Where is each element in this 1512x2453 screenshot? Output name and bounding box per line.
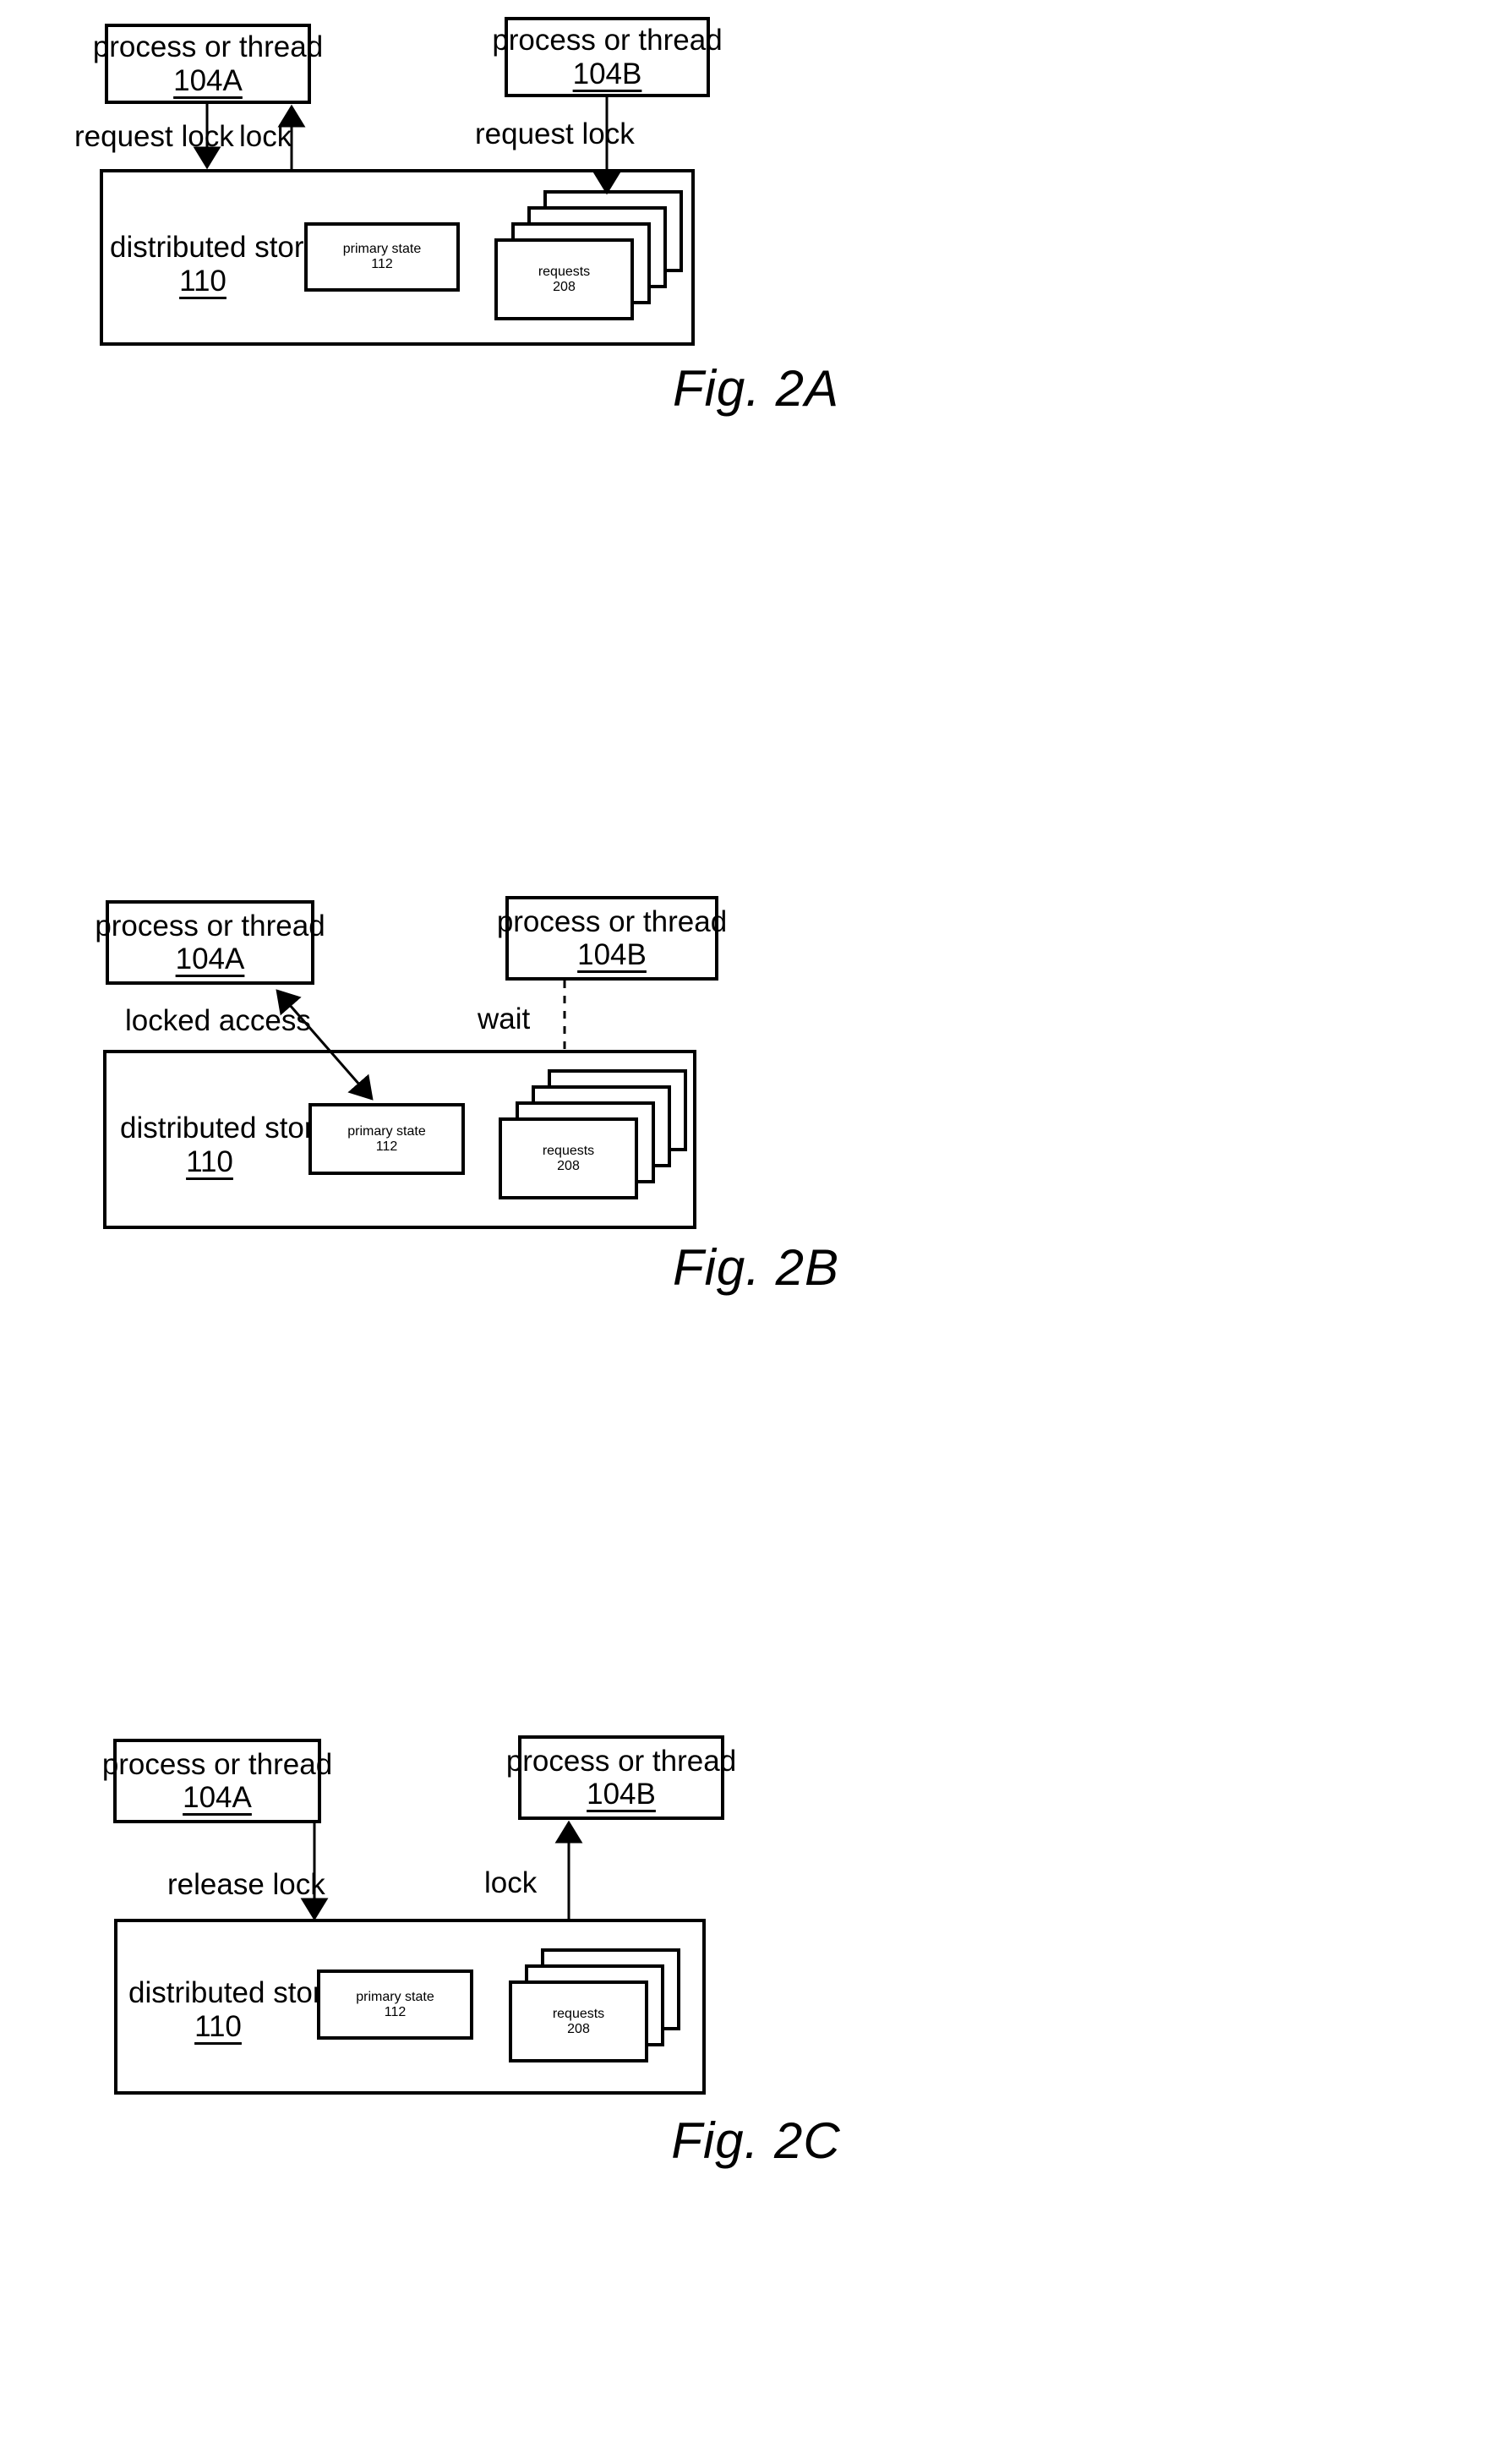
figure-2b: process or thread 104A process or thread… <box>0 811 1512 1674</box>
process-thread-104b-box: process or thread 104B <box>492 17 723 97</box>
requests-208-title: requests <box>542 1143 595 1158</box>
figure-2c-caption: Fig. 2C <box>671 2112 841 2169</box>
process-thread-104b-box: process or thread 104B <box>506 1735 736 1820</box>
primary-state-112-title: primary state <box>356 1989 434 2004</box>
requests-208-title: requests <box>538 264 591 279</box>
requests-208-ref: 208 <box>553 279 576 294</box>
process-thread-104b-ref: 104B <box>587 1778 656 1811</box>
process-thread-104b-title: process or thread <box>496 904 728 938</box>
requests-card-front: requests 208 <box>509 1980 648 2062</box>
edge-label-release-lock: release lock <box>167 1868 325 1901</box>
process-thread-104b-ref: 104B <box>577 938 647 971</box>
distributed-store-110-title: distributed store <box>120 1112 331 1145</box>
requests-card-front: requests 208 <box>494 238 634 320</box>
figure-2a-caption: Fig. 2A <box>672 360 840 417</box>
requests-208-ref: 208 <box>557 1158 580 1173</box>
primary-state-112-box: primary state 112 <box>317 1970 473 2040</box>
distributed-store-110-ref: 110 <box>194 2009 242 2043</box>
process-thread-104a-box: process or thread 104A <box>93 24 323 104</box>
figure-2c: process or thread 104A process or thread… <box>0 1674 1512 2453</box>
requests-208-stack: requests 208 <box>499 1069 701 1200</box>
primary-state-112-title: primary state <box>347 1123 426 1139</box>
primary-state-112-box: primary state 112 <box>308 1103 465 1175</box>
requests-208-stack: requests 208 <box>509 1948 703 2071</box>
primary-state-112-ref: 112 <box>384 2004 407 2019</box>
edge-label-lock-c: lock <box>484 1866 538 1899</box>
primary-state-112-box: primary state 112 <box>304 222 460 292</box>
process-thread-104a-ref: 104A <box>173 63 243 97</box>
process-thread-104b-box: process or thread 104B <box>497 896 727 981</box>
distributed-store-110-label: distributed store 110 <box>120 1112 330 1179</box>
primary-state-112-ref: 112 <box>371 257 393 271</box>
requests-208-title: requests <box>552 2006 605 2021</box>
process-thread-104b-ref: 104B <box>572 57 642 90</box>
process-thread-104a-box: process or thread 104A <box>95 900 325 985</box>
process-thread-104a-ref: 104A <box>175 942 245 975</box>
figure-2b-caption: Fig. 2B <box>672 1239 840 1296</box>
requests-208-stack: requests 208 <box>494 190 697 320</box>
process-thread-104b-title: process or thread <box>492 24 723 57</box>
process-thread-104a-box: process or thread 104A <box>102 1739 332 1823</box>
edge-label-request-lock-b: request lock <box>475 117 635 150</box>
process-thread-104a-title: process or thread <box>95 909 325 942</box>
distributed-store-110-label: distributed store 110 <box>110 231 320 298</box>
distributed-store-110-ref: 110 <box>179 264 227 298</box>
edge-label-lock-a: lock <box>239 120 292 153</box>
distributed-store-110-ref: 110 <box>186 1145 233 1178</box>
process-thread-104a-ref: 104A <box>183 1781 252 1814</box>
requests-208-ref: 208 <box>567 2021 590 2036</box>
edge-label-request-lock-a: request lock <box>74 120 234 153</box>
edge-label-wait: wait <box>478 1003 531 1035</box>
process-thread-104a-title: process or thread <box>92 30 324 64</box>
distributed-store-110-title: distributed store <box>110 231 321 264</box>
primary-state-112-title: primary state <box>342 242 422 256</box>
process-thread-104b-title: process or thread <box>505 1744 737 1778</box>
requests-card-front: requests 208 <box>499 1117 638 1199</box>
distributed-store-110-label: distributed store 110 <box>128 1976 339 2044</box>
distributed-store-110-title: distributed store <box>128 1976 340 2009</box>
figure-2a: process or thread 104A process or thread… <box>0 0 1512 811</box>
edge-label-locked-access: locked access <box>125 1004 311 1037</box>
primary-state-112-ref: 112 <box>375 1139 398 1154</box>
process-thread-104a-title: process or thread <box>101 1747 333 1781</box>
